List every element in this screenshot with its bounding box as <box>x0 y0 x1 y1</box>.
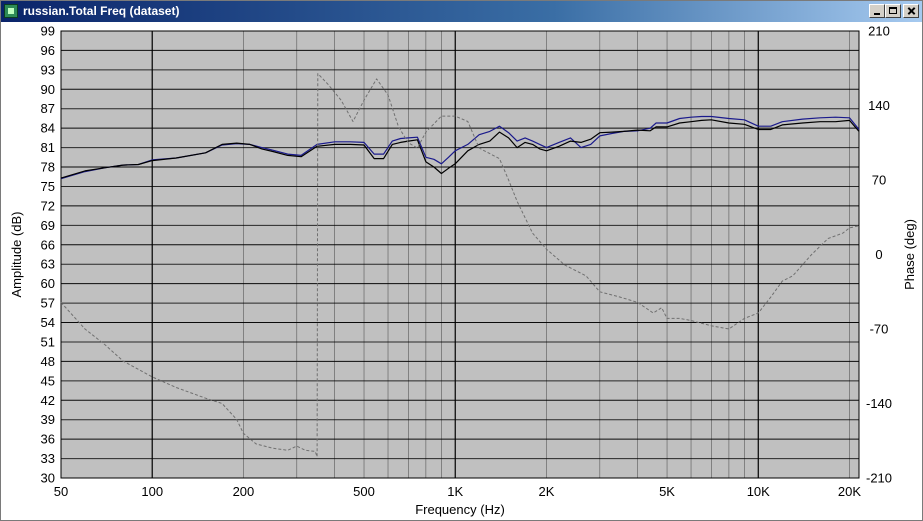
y-tick-label: 48 <box>41 354 55 369</box>
x-tick-label: 50 <box>54 484 68 499</box>
y2-tick-label: 210 <box>868 24 890 39</box>
y-tick-label: 96 <box>41 43 55 58</box>
frequency-response-chart: 3033363942454851545760636669727578818487… <box>9 24 917 518</box>
y-tick-label: 84 <box>41 121 55 136</box>
y-tick-label: 54 <box>41 315 55 330</box>
maximize-button[interactable] <box>885 4 901 18</box>
y-tick-label: 45 <box>41 373 55 388</box>
y2-tick-label: 140 <box>868 98 890 113</box>
y-tick-label: 36 <box>41 432 55 447</box>
x-tick-label: 200 <box>233 484 255 499</box>
minimize-button[interactable] <box>869 4 885 18</box>
window-title: russian.Total Freq (dataset) <box>23 4 180 18</box>
y-tick-label: 42 <box>41 393 55 408</box>
y2-axis-label: Phase (deg) <box>902 219 917 290</box>
app-icon[interactable] <box>4 4 18 18</box>
y-tick-label: 57 <box>41 296 55 311</box>
y2-tick-label: 0 <box>875 247 882 262</box>
x-tick-label: 2K <box>539 484 555 499</box>
x-tick-label: 5K <box>659 484 675 499</box>
x-axis-label: Frequency (Hz) <box>415 502 505 517</box>
plot-area <box>60 30 860 479</box>
x-tick-label: 1K <box>447 484 463 499</box>
title-bar[interactable]: russian.Total Freq (dataset) <box>1 1 922 22</box>
y-tick-label: 99 <box>41 24 55 39</box>
x-tick-label: 500 <box>353 484 375 499</box>
y-tick-label: 81 <box>41 140 55 155</box>
y-tick-label: 90 <box>41 82 55 97</box>
y2-tick-label: -140 <box>866 396 892 411</box>
y-axis-label: Amplitude (dB) <box>9 212 24 298</box>
y-tick-label: 69 <box>41 218 55 233</box>
y-tick-label: 75 <box>41 179 55 194</box>
y-tick-label: 63 <box>41 257 55 272</box>
y-tick-label: 72 <box>41 198 55 213</box>
y-tick-label: 60 <box>41 276 55 291</box>
x-tick-label: 10K <box>747 484 770 499</box>
x-tick-label: 100 <box>141 484 163 499</box>
close-button[interactable] <box>903 4 919 18</box>
chart-window: russian.Total Freq (dataset) 30 33 36 39 42 4… <box>0 0 923 521</box>
y2-tick-label: -210 <box>866 471 892 486</box>
y-tick-label: 87 <box>41 101 55 116</box>
x-tick-label: 20K <box>838 484 861 499</box>
y-tick-label: 33 <box>41 451 55 466</box>
y-tick-label: 93 <box>41 62 55 77</box>
y-tick-label: 51 <box>41 334 55 349</box>
y-tick-label: 66 <box>41 237 55 252</box>
y-tick-label: 78 <box>41 160 55 175</box>
y-tick-label: 39 <box>41 412 55 427</box>
y2-tick-label: -70 <box>870 322 889 337</box>
y2-tick-label: 70 <box>872 173 886 188</box>
